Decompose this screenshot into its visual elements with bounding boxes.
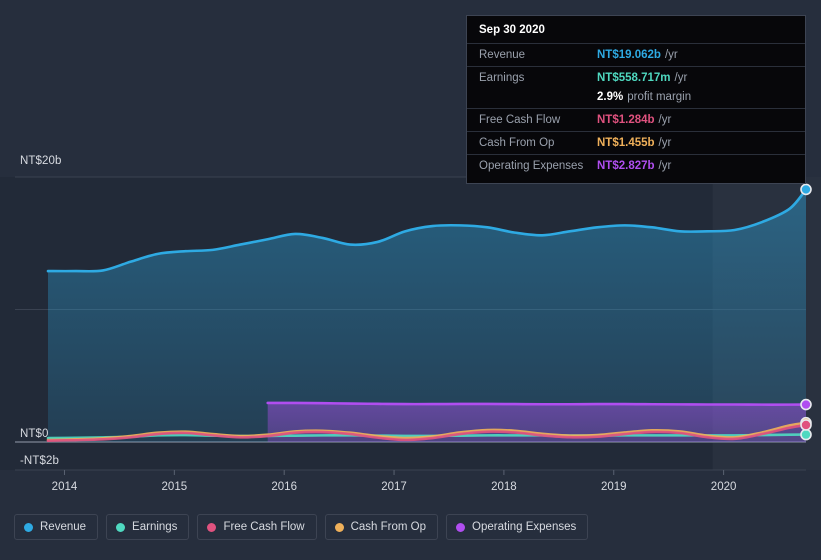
legend-item-cash-from-op[interactable]: Cash From Op [324,514,439,540]
x-axis-label-2018: 2018 [491,481,517,493]
tooltip-date: Sep 30 2020 [479,24,545,36]
tooltip-row-label: Cash From Op [479,137,555,149]
tooltip-row-unit: /yr [674,72,688,84]
tooltip-rows: Revenue NT$19.062b/yr Earnings NT$558.717m /… [467,43,805,177]
y-axis-label-top: NT$20b [20,155,62,167]
legend-label: Cash From Op [350,521,427,533]
tooltip-row: Cash From Op NT$1.455b/yr [467,131,805,154]
y-axis-label-bottom: -NT$2b [20,455,59,467]
tooltip-row-label: Free Cash Flow [479,114,561,126]
legend-item-earnings[interactable]: Earnings [106,514,190,540]
tooltip-row-unit: /yr [658,114,672,126]
legend-item-operating-expenses[interactable]: Operating Expenses [446,514,589,540]
legend-dot-icon [24,522,33,532]
tooltip-row-value: NT$558.717m [597,72,671,84]
tooltip-row-unit: profit margin [627,91,692,103]
tooltip-row-value: NT$1.455b [597,137,655,149]
tooltip-row: Earnings NT$558.717m/yr [467,66,805,89]
tooltip-row: 2.9% profit margin [467,89,805,108]
x-axis-label-2019: 2019 [600,481,627,493]
tooltip-row-unit: /yr [658,137,672,149]
x-axis-label-2020: 2020 [710,481,737,493]
endpoint-marker-earnings [800,428,812,441]
tooltip-row-value: NT$19.062b [597,49,661,61]
tooltip-row-unit: /yr [658,160,672,172]
legend-dot-icon [207,522,217,532]
financial-chart-screen: NT$20b NT$0 -NT$2b 2014 2015 2016 2017 2018 2… [0,0,821,560]
tooltip-row: Operating Expenses NT$2.827b/yr [467,154,805,177]
tooltip-row-label: Earnings [479,72,525,84]
x-axis-label-2017: 2017 [381,481,407,493]
y-axis-label-zero: NT$0 [20,428,49,440]
legend-item-free-cash-flow[interactable]: Free Cash Flow [197,514,317,540]
tooltip-row-label: Revenue [479,49,526,61]
legend-item-revenue[interactable]: Revenue [14,514,99,540]
legend-label: Earnings [132,521,178,533]
chart-legend[interactable]: Revenue Earnings Free Cash Flow Cash From O… [14,514,589,540]
endpoint-marker-free-cash-flow [800,419,812,431]
legend-label: Revenue [40,521,87,533]
tooltip-row-value: NT$2.827b [597,160,655,172]
tooltip-row-unit: /yr [664,49,678,61]
legend-dot-icon [116,522,126,532]
x-axis-label-2015: 2015 [161,481,188,493]
x-axis-label-2014: 2014 [51,481,78,493]
chart-tooltip: Sep 30 2020 Revenue NT$19.062b/yr Earnings… [466,15,806,184]
endpoint-marker-revenue [800,183,812,196]
endpoint-marker-operating-expenses [800,398,812,411]
legend-label: Operating Expenses [472,521,577,533]
legend-label: Free Cash Flow [223,521,305,533]
x-axis-label-2016: 2016 [271,481,297,493]
tooltip-row: Free Cash Flow NT$1.284b/yr [467,108,805,131]
legend-dot-icon [334,522,344,532]
legend-dot-icon [456,522,466,532]
tooltip-row-value: NT$1.284b [597,114,655,126]
tooltip-row-value: 2.9% [597,91,624,103]
tooltip-row: Revenue NT$19.062b/yr [467,43,805,66]
tooltip-row-label: Operating Expenses [479,160,584,172]
